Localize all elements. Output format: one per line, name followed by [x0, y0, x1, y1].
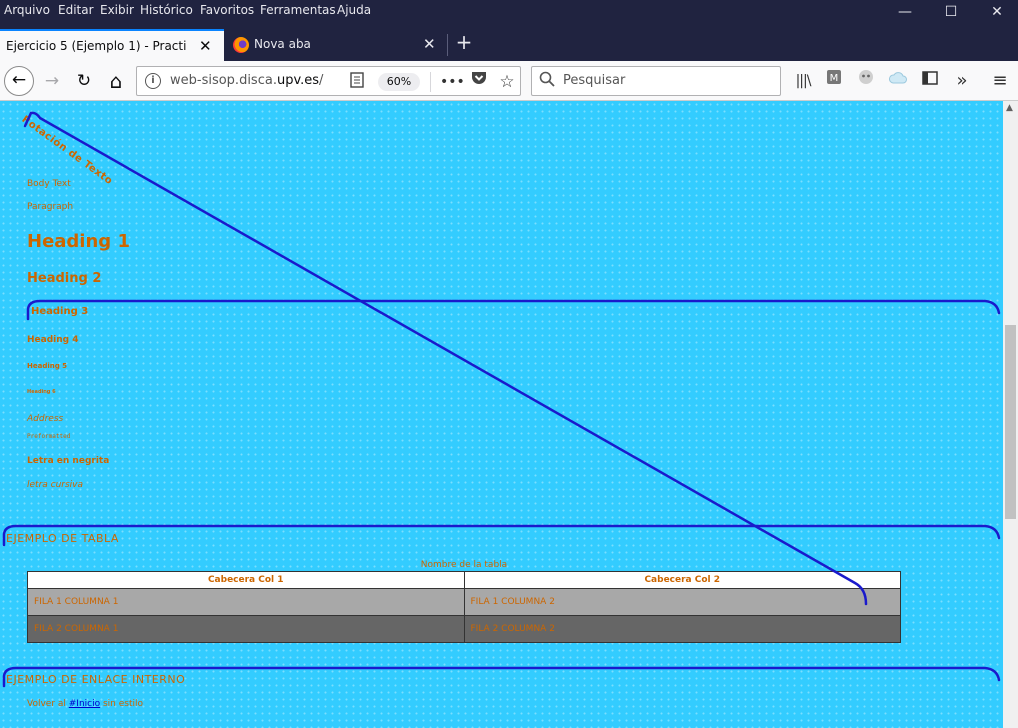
heading-2: Heading 2 — [27, 271, 102, 286]
table-header-cell: Cabecera Col 2 — [463, 571, 901, 589]
forward-button[interactable]: → — [38, 67, 66, 95]
reload-button[interactable]: ↻ — [70, 67, 98, 95]
table-cell: FILA 2 COLUMNA 2 — [463, 615, 901, 643]
body-text: Body Text — [27, 179, 71, 189]
pocket-icon[interactable] — [468, 71, 490, 93]
close-tab-icon[interactable]: ✕ — [199, 31, 212, 61]
address-bar[interactable]: i web-sisop.disca.upv.es/ 60% ••• ☆ — [136, 66, 521, 96]
address-text: Address — [27, 414, 64, 424]
table-row: FILA 2 COLUMNA 1 FILA 2 COLUMNA 2 — [27, 615, 901, 643]
close-tab-icon[interactable]: ✕ — [423, 29, 436, 59]
menu-bar: Arquivo Editar Exibir Histórico Favorito… — [0, 0, 1018, 24]
paragraph-text: Paragraph — [27, 202, 74, 212]
inicio-link[interactable]: #Inicio — [69, 699, 100, 709]
reader-view-icon[interactable] — [350, 72, 366, 90]
table-row: FILA 1 COLUMNA 1 FILA 1 COLUMNA 2 — [27, 588, 901, 616]
hamburger-menu-icon[interactable]: ≡ — [988, 69, 1012, 93]
tab-strip: Ejercicio 5 (Ejemplo 1) - Practicas H ✕ … — [0, 24, 1018, 61]
heading-5: Heading 5 — [27, 362, 68, 370]
scrollbar-thumb[interactable] — [1005, 325, 1016, 519]
sidebar-icon[interactable] — [918, 69, 942, 93]
library-icon[interactable]: |||\ — [791, 69, 815, 93]
bold-text: Letra en negrita — [27, 456, 110, 466]
preformatted-text: Preformatted — [27, 433, 71, 440]
menu-item-editar[interactable]: Editar — [58, 3, 94, 17]
diagonal-rule — [23, 111, 868, 606]
tab-title: Nova aba — [254, 37, 311, 51]
example-table: Cabecera Col 1 Cabecera Col 2 FILA 1 COL… — [27, 571, 901, 643]
svg-text:M: M — [830, 73, 839, 84]
table-cell: FILA 1 COLUMNA 2 — [463, 588, 901, 616]
minimize-button[interactable]: — — [882, 0, 928, 24]
maximize-button[interactable]: ☐ — [928, 0, 974, 24]
table-header-cell: Cabecera Col 1 — [27, 571, 465, 589]
menu-item-arquivo[interactable]: Arquivo — [4, 3, 50, 17]
tab-separator — [447, 34, 448, 56]
italic-text: letra cursiva — [27, 480, 84, 490]
menu-item-favoritos[interactable]: Favoritos — [200, 3, 254, 17]
home-button[interactable]: ⌂ — [102, 67, 130, 95]
tab-nova-aba[interactable]: Nova aba ✕ — [224, 29, 446, 61]
heading-6: Heading 6 — [27, 389, 56, 395]
back-prefix: Volver al — [27, 699, 69, 709]
tab-title: Ejercicio 5 (Ejemplo 1) - Practicas H — [6, 39, 186, 53]
menu-item-historico[interactable]: Histórico — [140, 3, 193, 17]
table-caption: Nombre de la tabla — [420, 560, 508, 570]
extension-cloud-icon[interactable] — [886, 69, 910, 93]
heading-4: Heading 4 — [27, 335, 79, 345]
heading-3: Heading 3 — [31, 306, 89, 317]
search-bar[interactable]: Pesquisar — [531, 66, 781, 96]
vertical-scrollbar[interactable]: ▲ — [1003, 101, 1018, 728]
url-prefix: web-sisop.disca. — [170, 73, 277, 88]
menu-item-ajuda[interactable]: Ajuda — [337, 3, 371, 17]
table-header-row: Cabecera Col 1 Cabecera Col 2 — [27, 571, 901, 589]
extension-m-icon[interactable]: M — [822, 69, 846, 93]
tab-ejercicio-5[interactable]: Ejercicio 5 (Ejemplo 1) - Practicas H ✕ — [0, 29, 224, 61]
search-input[interactable]: Pesquisar — [563, 73, 625, 88]
navigation-toolbar: ← → ↻ ⌂ i web-sisop.disca.upv.es/ 60% ••… — [0, 61, 1018, 101]
table-cell: FILA 1 COLUMNA 1 — [27, 588, 465, 616]
link-section-title: EJEMPLO DE ENLACE INTERNO — [6, 673, 186, 686]
back-button[interactable]: ← — [4, 66, 34, 96]
heading-1: Heading 1 — [27, 231, 130, 252]
menu-item-exibir[interactable]: Exibir — [100, 3, 134, 17]
rotated-text: Rotación de Texto — [19, 114, 115, 188]
table-section-rule — [2, 524, 1001, 547]
overflow-menu-icon[interactable]: » — [950, 69, 974, 93]
heading-3-rule — [26, 299, 1001, 321]
site-info-icon[interactable]: i — [145, 73, 161, 89]
web-page-content: Rotación de Texto Body Text Paragraph He… — [0, 101, 1003, 728]
bookmark-star-icon[interactable]: ☆ — [496, 71, 518, 93]
scroll-up-icon[interactable]: ▲ — [1006, 103, 1013, 113]
back-to-start-line: Volver al #Inicio sin estilo — [27, 699, 143, 709]
new-tab-button[interactable]: + — [452, 28, 476, 56]
url-suffix: / — [319, 73, 324, 88]
firefox-icon — [233, 37, 249, 53]
close-window-button[interactable]: ✕ — [974, 0, 1018, 24]
extension-robot-icon[interactable] — [854, 69, 878, 93]
url-separator — [430, 72, 431, 92]
search-icon — [539, 71, 555, 91]
url-text[interactable]: web-sisop.disca.upv.es/ — [170, 73, 323, 88]
menu-item-ferramentas[interactable]: Ferramentas — [260, 3, 336, 17]
table-section-title: EJEMPLO DE TABLA — [6, 532, 119, 545]
page-actions-icon[interactable]: ••• — [440, 71, 465, 93]
url-domain: upv.es — [276, 73, 320, 88]
table-cell: FILA 2 COLUMNA 1 — [27, 615, 465, 643]
back-suffix: sin estilo — [100, 699, 144, 709]
zoom-level-button[interactable]: 60% — [378, 73, 420, 91]
